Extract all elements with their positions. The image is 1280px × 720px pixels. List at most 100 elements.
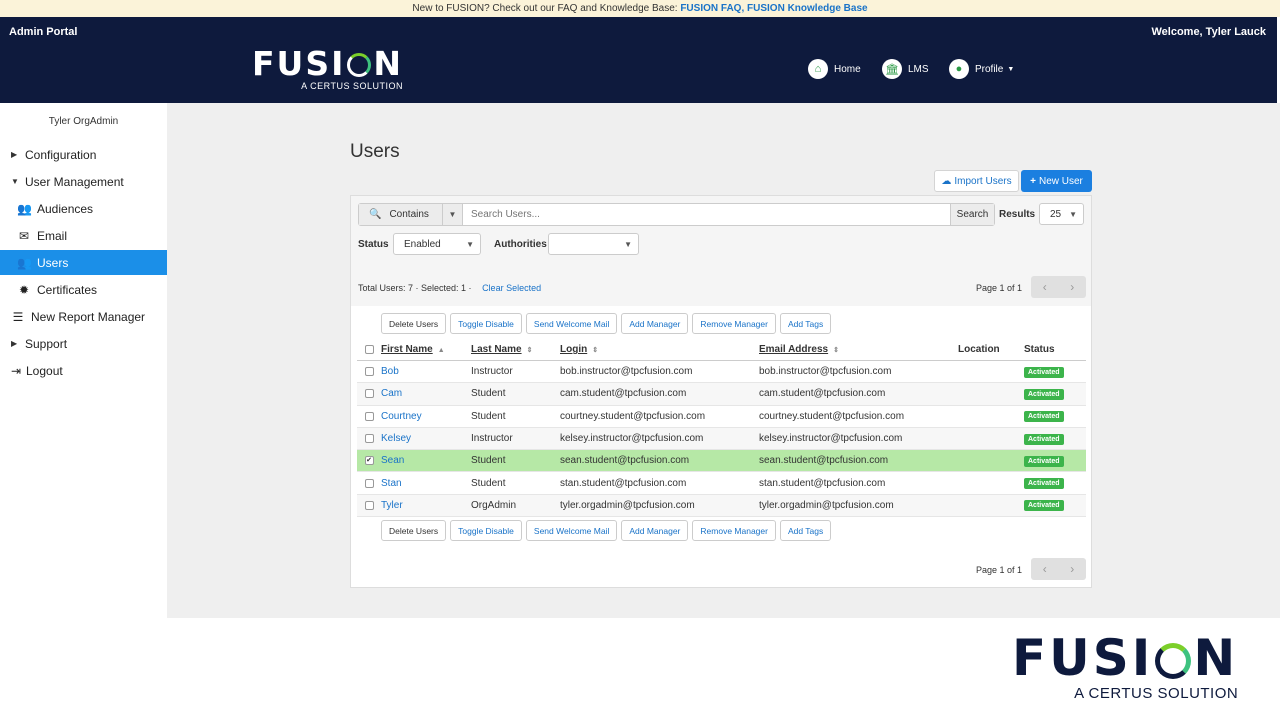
column-last-name[interactable]: Last Name ⇕ [471, 344, 560, 355]
row-checkbox[interactable] [364, 367, 374, 377]
toggle-disable-button[interactable]: Toggle Disable [450, 313, 522, 334]
results-label: Results [999, 209, 1036, 220]
column-email[interactable]: Email Address ⇕ [759, 344, 958, 355]
first-name-link[interactable]: Courtney [381, 411, 471, 422]
column-first-name[interactable]: First Name ▲ [381, 344, 471, 355]
email-cell: bob.instructor@tpcfusion.com [759, 366, 892, 378]
caret-down-icon: ▼ [11, 177, 19, 186]
results-per-page-select[interactable]: 25 ▼ [1039, 203, 1084, 225]
table-row[interactable]: Cam Student cam.student@tpcfusion.com ca… [357, 383, 1086, 406]
status-badge: Activated [1024, 388, 1064, 400]
last-name-cell: Student [471, 477, 506, 489]
login-cell: kelsey.instructor@tpcfusion.com [560, 433, 704, 445]
row-checkbox[interactable] [364, 500, 374, 510]
email-cell: tyler.orgadmin@tpcfusion.com [759, 499, 894, 511]
first-name-link[interactable]: Kelsey [381, 433, 471, 444]
pagination: ‹ › [1031, 276, 1086, 298]
caret-right-icon: ▶ [11, 150, 18, 159]
table-header: First Name ▲ Last Name ⇕ Login ⇕ Email Addr… [357, 339, 1086, 361]
send-welcome-mail-button[interactable]: Send Welcome Mail [525, 313, 618, 334]
row-checkbox[interactable] [364, 389, 374, 399]
row-checkbox-checked[interactable]: ✔ [364, 456, 374, 466]
status-badge: Activated [1024, 478, 1064, 490]
first-name-link[interactable]: Bob [381, 366, 471, 377]
select-all-checkbox[interactable] [364, 345, 374, 354]
sidebar-item-new-report-manager[interactable]: ☰ New Report Manager [0, 304, 167, 329]
sidebar-item-email[interactable]: ✉ Email [0, 223, 167, 248]
pagination-bottom: ‹ › [1031, 558, 1086, 580]
delete-users-button[interactable]: Delete Users [381, 313, 447, 334]
sidebar-item-configuration[interactable]: ▶ Configuration [0, 142, 167, 167]
next-page-icon[interactable]: › [1059, 558, 1087, 580]
fusion-logo[interactable]: FUSI N A CERTUS SOLUTION [252, 47, 403, 91]
totals-summary: Total Users: 7 · Selected: 1 · Clear Sel… [358, 283, 542, 293]
authorities-select[interactable]: ▼ [548, 233, 639, 255]
authorities-label: Authorities [494, 239, 547, 250]
knowledge-base-link[interactable]: FUSION Knowledge Base [747, 3, 868, 14]
new-user-button[interactable]: + New User [1021, 170, 1092, 192]
nav-home[interactable]: ⌂ Home [808, 59, 861, 79]
remove-manager-button[interactable]: Remove Manager [692, 520, 776, 541]
sidebar-item-user-management[interactable]: ▼ User Management [0, 169, 167, 194]
last-name-cell: Instructor [471, 366, 513, 378]
search-button[interactable]: Search [950, 204, 994, 225]
add-manager-button[interactable]: Add Manager [621, 313, 689, 334]
table-row[interactable]: Tyler OrgAdmin tyler.orgadmin@tpcfusion.… [357, 494, 1086, 518]
chevron-down-icon: ▼ [624, 239, 632, 249]
caret-right-icon: ▶ [11, 339, 18, 348]
home-icon: ⌂ [808, 59, 828, 79]
delete-users-button[interactable]: Delete Users [381, 520, 447, 541]
table-row[interactable]: Kelsey Instructor kelsey.instructor@tpcf… [357, 427, 1086, 451]
first-name-link[interactable]: Tyler [381, 500, 471, 511]
institution-icon: 🏛 [882, 59, 902, 79]
add-manager-button[interactable]: Add Manager [621, 520, 689, 541]
faq-link[interactable]: FUSION FAQ, [680, 3, 744, 14]
status-badge: Activated [1024, 411, 1064, 423]
sort-asc-icon: ▲ [437, 347, 445, 354]
first-name-link[interactable]: Sean [381, 455, 471, 466]
nav-lms[interactable]: 🏛 LMS [882, 59, 929, 79]
table-row-selected[interactable]: ✔ Sean Student sean.student@tpcfusion.co… [357, 450, 1086, 473]
first-name-link[interactable]: Stan [381, 478, 471, 489]
row-checkbox[interactable] [364, 478, 374, 488]
last-name-cell: Student [471, 388, 506, 400]
nav-profile-label: Profile [975, 63, 1004, 75]
remove-manager-button[interactable]: Remove Manager [692, 313, 776, 334]
user-icon: ● [949, 59, 969, 79]
add-tags-button[interactable]: Add Tags [779, 313, 832, 334]
table-row[interactable]: Stan Student stan.student@tpcfusion.com … [357, 472, 1086, 495]
add-tags-button[interactable]: Add Tags [779, 520, 832, 541]
sidebar-item-users[interactable]: 👥 Users [0, 250, 167, 275]
sidebar-item-label: User Management [25, 174, 124, 189]
login-cell: stan.student@tpcfusion.com [560, 477, 687, 489]
sidebar-item-label: Email [37, 228, 68, 243]
column-login[interactable]: Login ⇕ [560, 344, 759, 355]
sidebar-item-label: Audiences [37, 201, 94, 216]
row-checkbox[interactable] [364, 434, 374, 444]
import-users-button[interactable]: ☁ Import Users [934, 170, 1019, 192]
chevron-down-icon: ▼ [1007, 65, 1015, 73]
prev-page-icon[interactable]: ‹ [1031, 276, 1059, 298]
next-page-icon[interactable]: › [1059, 276, 1087, 298]
send-welcome-mail-button[interactable]: Send Welcome Mail [525, 520, 618, 541]
search-input[interactable] [463, 204, 950, 225]
chevron-down-icon[interactable]: ▼ [443, 204, 463, 225]
toggle-disable-button[interactable]: Toggle Disable [450, 520, 522, 541]
table-row[interactable]: Bob Instructor bob.instructor@tpcfusion.… [357, 361, 1086, 384]
row-checkbox[interactable] [364, 411, 374, 421]
sidebar-item-audiences[interactable]: 👥 Audiences [0, 196, 167, 221]
users-group-icon: 👥 [17, 255, 32, 270]
table-row[interactable]: Courtney Student courtney.student@tpcfus… [357, 406, 1086, 428]
status-select[interactable]: Enabled ▼ [393, 233, 481, 255]
status-badge: Activated [1024, 455, 1064, 467]
status-badge: Activated [1024, 366, 1064, 378]
clear-selected-link[interactable]: Clear Selected [482, 283, 541, 293]
nav-profile[interactable]: ● Profile ▼ [949, 59, 1014, 79]
sidebar-item-support[interactable]: ▶ Support [0, 331, 167, 356]
search-mode-select[interactable]: 🔍 Contains [359, 204, 443, 225]
sidebar-item-logout[interactable]: ⇥ Logout [0, 358, 167, 383]
sidebar-item-certificates[interactable]: ✹ Certificates [0, 277, 167, 302]
column-status: Status [1024, 344, 1055, 355]
first-name-link[interactable]: Cam [381, 388, 471, 399]
prev-page-icon[interactable]: ‹ [1031, 558, 1059, 580]
